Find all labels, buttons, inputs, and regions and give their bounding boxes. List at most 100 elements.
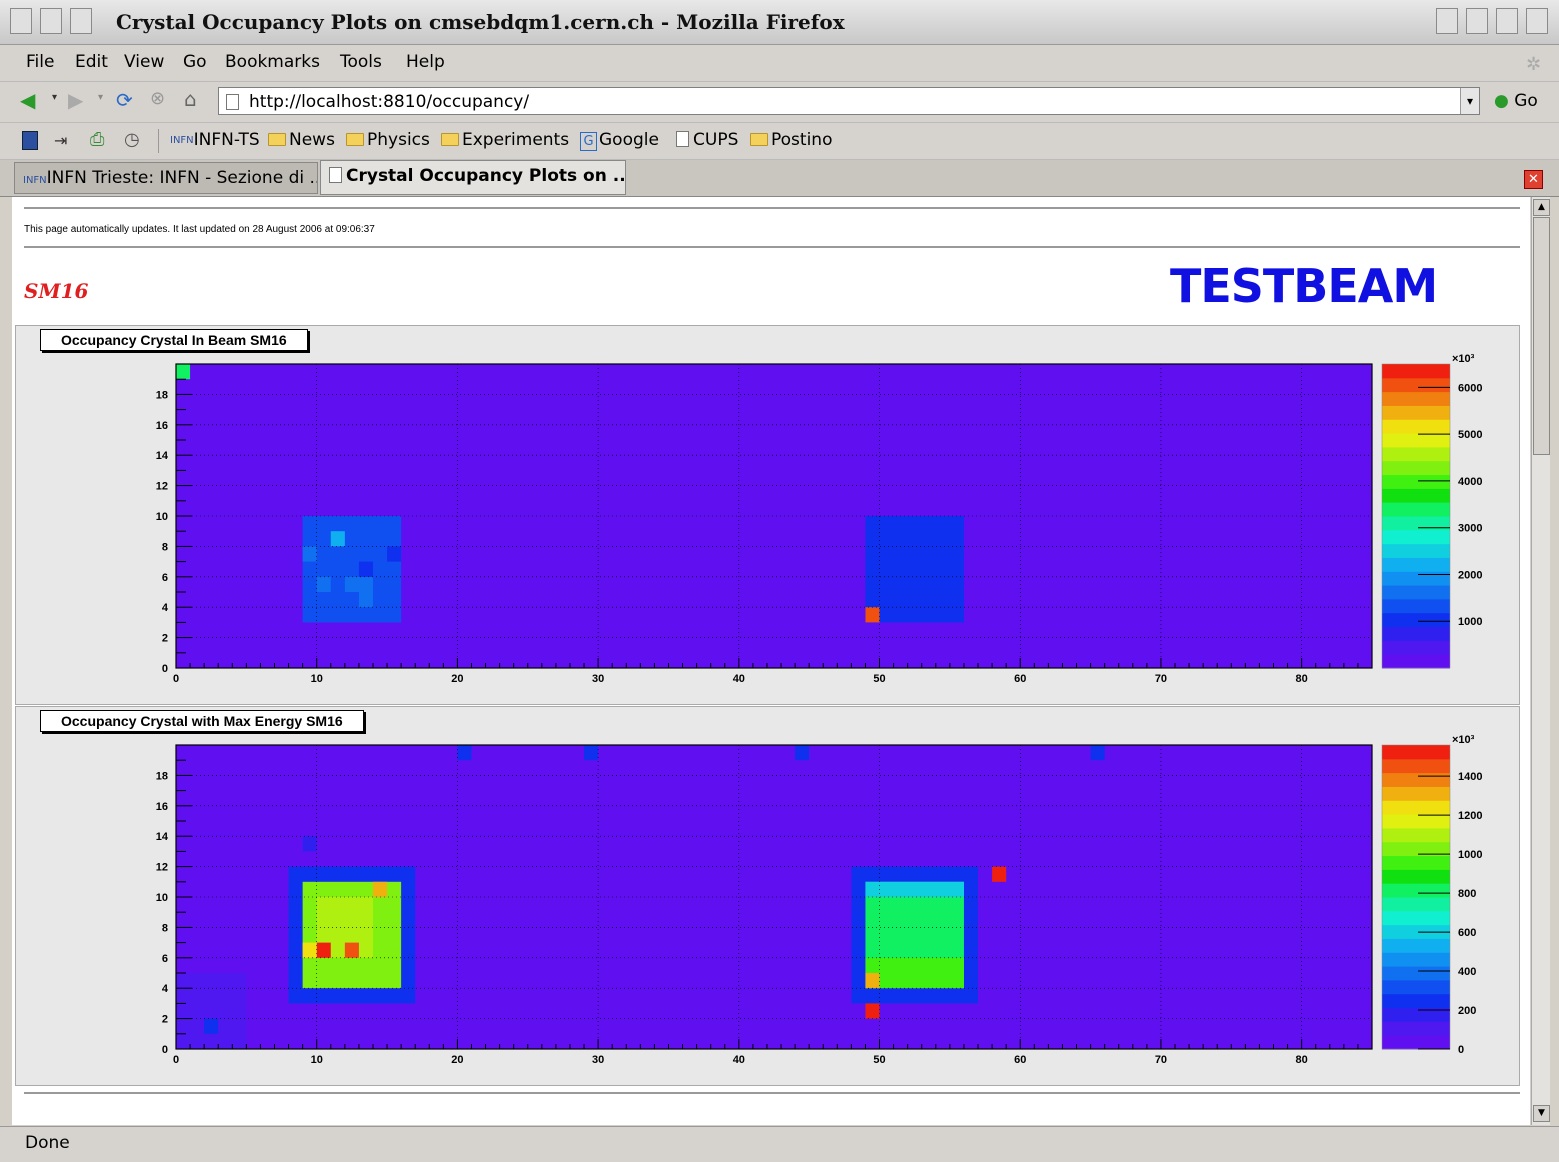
y-tick-label: 18 xyxy=(156,770,168,782)
tab-infn-trieste[interactable]: INFNINFN Trieste: INFN - Sezione di ... xyxy=(14,162,318,194)
menu-bookmarks[interactable]: Bookmarks xyxy=(225,52,320,72)
colorbar-segment xyxy=(1382,460,1450,476)
plot-panel-max-energy: Occupancy Crystal with Max Energy SM16 0… xyxy=(15,706,1520,1086)
menu-go[interactable]: Go xyxy=(183,52,207,72)
heatmap-cell xyxy=(302,516,402,623)
bookmark-google[interactable]: G Google xyxy=(580,130,659,151)
tab-crystal-occupancy[interactable]: Crystal Occupancy Plots on ... xyxy=(320,160,626,195)
y-tick-label: 10 xyxy=(156,892,168,904)
folder-icon xyxy=(441,133,459,146)
scrollbar-thumb[interactable] xyxy=(1533,217,1550,455)
heatmap-cell xyxy=(992,866,1007,882)
colorbar-segment xyxy=(1382,883,1450,898)
bookmarks-sidebar-icon[interactable] xyxy=(22,131,38,150)
y-tick-label: 16 xyxy=(156,420,168,432)
url-text[interactable]: http://localhost:8810/occupancy/ xyxy=(249,92,529,112)
heatmap-cell xyxy=(584,745,599,761)
url-dropdown-icon[interactable]: ▾ xyxy=(1460,88,1479,114)
colorbar-tick-label: 5000 xyxy=(1458,429,1482,441)
x-tick-label: 0 xyxy=(173,673,179,685)
close-tab-icon[interactable]: ✕ xyxy=(1524,170,1543,189)
go-button[interactable]: ● Go xyxy=(1494,91,1538,111)
back-icon[interactable]: ◀ xyxy=(20,88,35,112)
menu-help[interactable]: Help xyxy=(406,52,445,72)
x-tick-label: 80 xyxy=(1296,1054,1308,1066)
y-tick-label: 6 xyxy=(162,953,168,965)
heatmap-cell xyxy=(865,607,880,623)
x-tick-label: 40 xyxy=(733,1054,745,1066)
x-tick-label: 20 xyxy=(451,1054,463,1066)
go-label: Go xyxy=(1514,91,1538,111)
forward-icon[interactable]: ▶ xyxy=(68,88,83,112)
tab-label: INFN Trieste: INFN - Sezione di ... xyxy=(46,168,318,188)
reload-icon[interactable]: ⟳ xyxy=(116,88,133,112)
bookmark-label: Experiments xyxy=(462,130,570,150)
window-menu-icon[interactable] xyxy=(10,8,32,34)
navigation-toolbar: ◀ ▾ ▶ ▾ ⟳ ⊗ ⌂ http://localhost:8810/occu… xyxy=(0,82,1559,123)
colorbar-tick-label: 1200 xyxy=(1458,810,1482,822)
home-icon[interactable]: ⌂ xyxy=(184,87,197,111)
bookmark-physics[interactable]: Physics xyxy=(346,130,430,150)
minimize-icon[interactable] xyxy=(1436,8,1458,34)
menu-edit[interactable]: Edit xyxy=(75,52,108,72)
heatmap-cell xyxy=(865,957,964,989)
scroll-down-icon[interactable]: ▼ xyxy=(1533,1105,1550,1122)
heatmap-cell xyxy=(302,942,317,958)
x-tick-label: 40 xyxy=(733,673,745,685)
colorbar-tick-label: 2000 xyxy=(1458,569,1482,581)
menu-tools[interactable]: Tools xyxy=(340,52,382,72)
y-tick-label: 6 xyxy=(162,572,168,584)
maximize-icon[interactable] xyxy=(1466,8,1488,34)
y-tick-label: 4 xyxy=(162,983,169,995)
colorbar-segment xyxy=(1382,377,1450,393)
x-tick-label: 80 xyxy=(1296,673,1308,685)
folder-icon xyxy=(750,133,768,146)
back-dropdown-icon[interactable]: ▾ xyxy=(52,92,57,103)
colorbar-segment xyxy=(1382,612,1450,628)
bookmark-news[interactable]: News xyxy=(268,130,335,150)
vertical-scrollbar[interactable]: ▲ ▼ xyxy=(1531,197,1550,1125)
stop-icon[interactable]: ⊗ xyxy=(150,88,165,109)
folder-icon xyxy=(346,133,364,146)
x-tick-label: 0 xyxy=(173,1054,179,1066)
page-icon xyxy=(329,167,342,183)
status-bar: Done xyxy=(0,1126,1559,1162)
close-window-icon[interactable] xyxy=(1526,8,1548,34)
restore-icon[interactable] xyxy=(1496,8,1518,34)
downloads-icon[interactable]: ⇥ xyxy=(54,131,67,150)
colorbar-segment xyxy=(1382,1021,1450,1036)
scroll-up-icon[interactable]: ▲ xyxy=(1533,199,1550,216)
print-icon[interactable]: ⎙ xyxy=(90,129,104,150)
colorbar-segment xyxy=(1382,585,1450,600)
y-tick-label: 16 xyxy=(156,801,168,813)
y-tick-label: 4 xyxy=(162,602,169,614)
bookmark-infn-ts[interactable]: INFNINFN-TS xyxy=(170,130,260,150)
go-icon: ● xyxy=(1494,91,1509,111)
menu-view[interactable]: View xyxy=(124,52,164,72)
colorbar-segment xyxy=(1382,640,1450,655)
heatmap-cell xyxy=(176,973,247,1049)
colorbar-segment xyxy=(1382,745,1450,760)
heatmap-cell xyxy=(865,881,964,897)
y-tick-label: 10 xyxy=(156,511,168,523)
forward-dropdown-icon[interactable]: ▾ xyxy=(98,92,103,103)
y-tick-label: 18 xyxy=(156,389,168,401)
bookmark-experiments[interactable]: Experiments xyxy=(441,130,569,150)
infn-icon: INFN xyxy=(170,135,194,146)
divider xyxy=(24,207,1520,209)
history-icon[interactable]: ◷ xyxy=(124,129,140,150)
window-title: Crystal Occupancy Plots on cmsebdqm1.cer… xyxy=(116,10,845,34)
bookmark-label: Postino xyxy=(771,130,833,150)
colorbar-segment xyxy=(1382,543,1450,558)
colorbar-segment xyxy=(1382,979,1450,995)
colorbar-segment xyxy=(1382,654,1450,669)
colorbar-tick-label: 1000 xyxy=(1458,616,1482,628)
bookmark-postino[interactable]: Postino xyxy=(750,130,832,150)
bookmark-cups[interactable]: CUPS xyxy=(676,130,738,150)
stick-icon[interactable] xyxy=(70,8,92,34)
shade-icon[interactable] xyxy=(40,8,62,34)
colorbar-segment xyxy=(1382,1035,1450,1050)
menu-file[interactable]: File xyxy=(26,52,54,72)
url-bar[interactable]: http://localhost:8810/occupancy/ ▾ xyxy=(218,87,1480,115)
bookmark-label: Physics xyxy=(367,130,430,150)
